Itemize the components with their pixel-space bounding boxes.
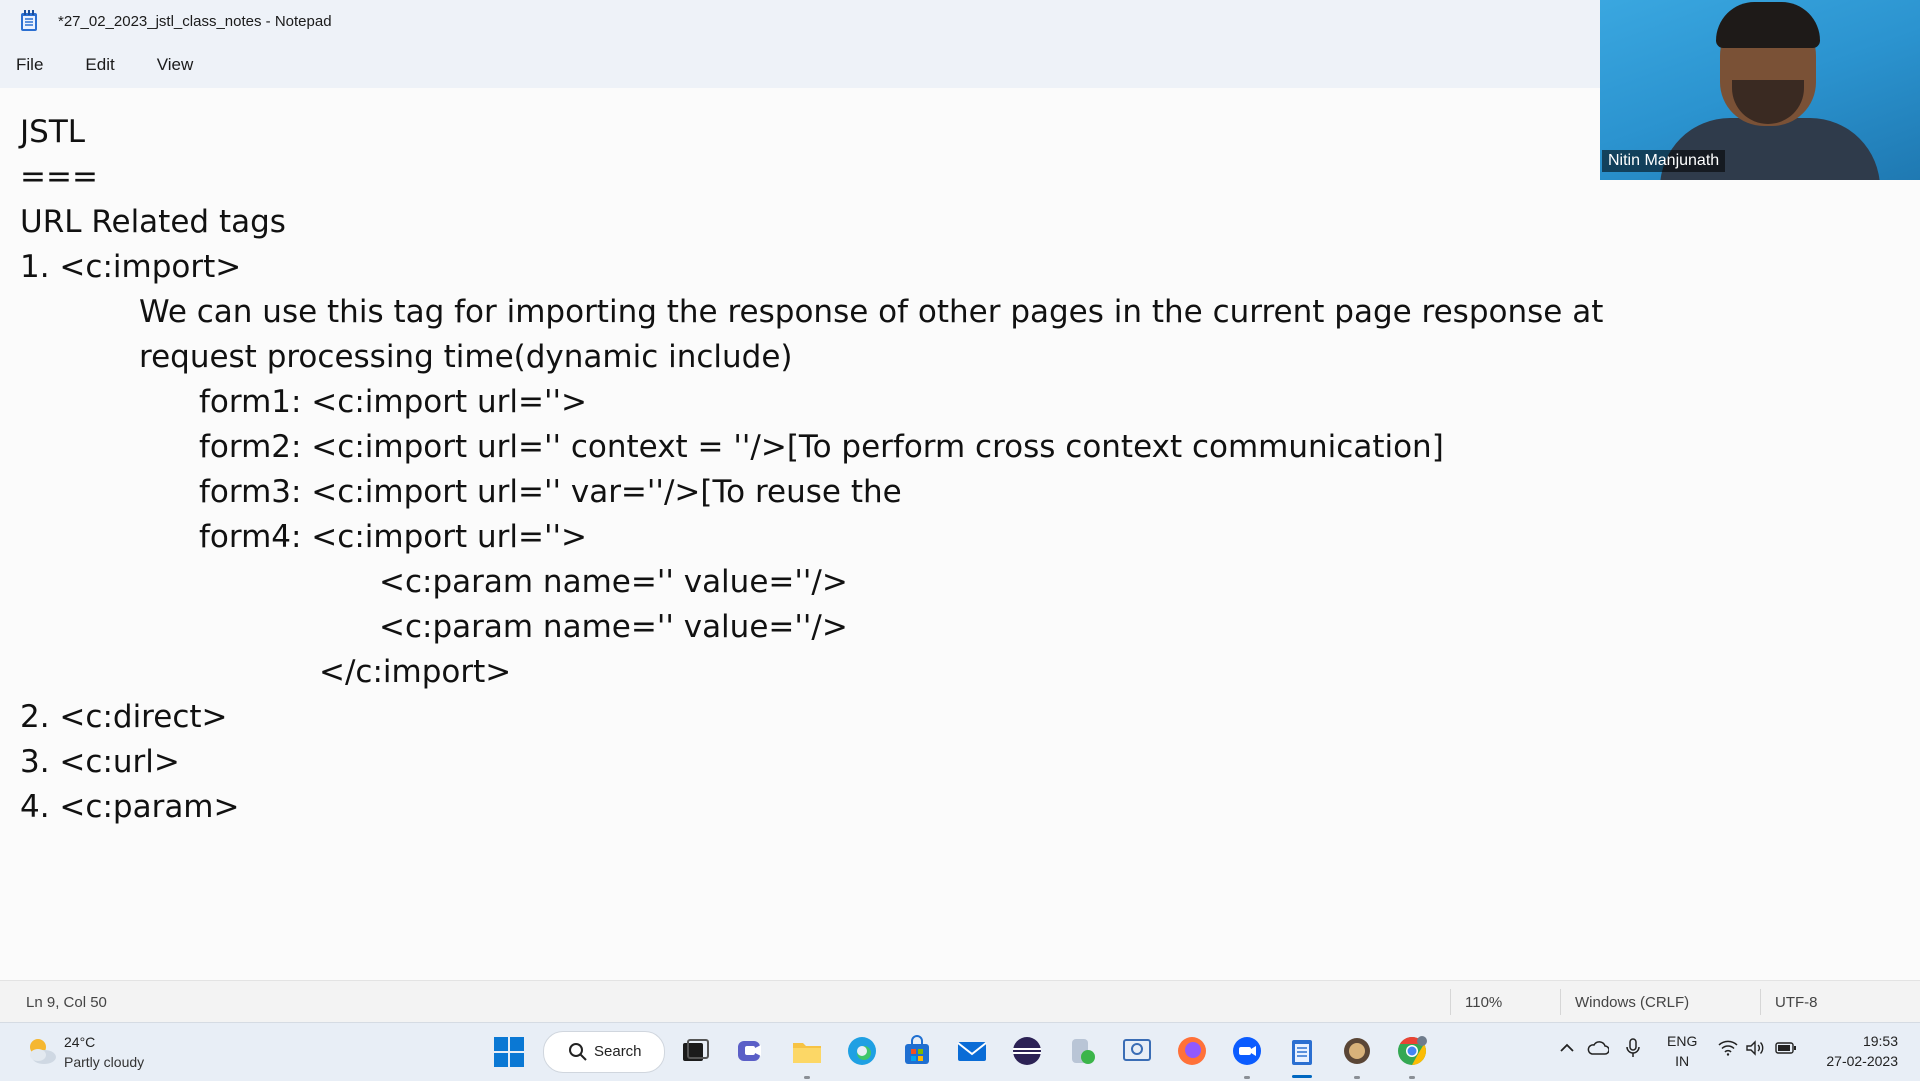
editor-line: <c:param name='' value=''/>	[379, 564, 848, 600]
editor-line: form1: <c:import url=''>	[199, 384, 587, 420]
chevron-up-icon[interactable]	[1559, 1040, 1575, 1059]
clipchamp-icon[interactable]	[1066, 1035, 1098, 1067]
search-label: Search	[594, 1043, 642, 1060]
wifi-icon[interactable]	[1718, 1040, 1738, 1059]
menu-edit[interactable]: Edit	[77, 51, 122, 79]
battery-icon[interactable]	[1775, 1041, 1797, 1058]
editor-line: ===	[20, 159, 98, 195]
encoding[interactable]: UTF-8	[1775, 994, 1818, 1011]
menu-view[interactable]: View	[149, 51, 202, 79]
zoom-level[interactable]: 110%	[1465, 994, 1502, 1011]
editor-line: 2. <c:direct>	[20, 699, 228, 735]
editor-line: form2: <c:import url='' context = ''/>[T…	[199, 429, 1444, 465]
eclipse-icon[interactable]	[1011, 1035, 1043, 1067]
running-indicator	[1244, 1076, 1250, 1079]
editor-line: 3. <c:url>	[20, 744, 180, 780]
weather-condition: Partly cloudy	[64, 1054, 145, 1070]
text-editor[interactable]: JSTL === URL Related tags 1. <c:import> We c…	[0, 88, 1920, 980]
region-code: IN	[1675, 1053, 1690, 1069]
start-icon[interactable]	[493, 1036, 525, 1068]
language-code: ENG	[1667, 1033, 1698, 1049]
cursor-position: Ln 9, Col 50	[26, 994, 107, 1011]
tomcat-icon[interactable]	[1341, 1035, 1373, 1067]
clock-time: 19:53	[1862, 1033, 1898, 1049]
editor-line: 1. <c:import>	[20, 249, 242, 285]
editor-line: <c:param name='' value=''/>	[379, 609, 848, 645]
volume-icon[interactable]	[1746, 1040, 1766, 1059]
language-indicator[interactable]: ENG IN	[1667, 1031, 1697, 1071]
editor-line: JSTL	[20, 114, 86, 150]
microphone-icon[interactable]	[1626, 1038, 1640, 1061]
title-bar: *27_02_2023_jstl_class_notes - Notepad	[0, 0, 1600, 42]
editor-line: form3: <c:import url='' var=''/>[To reus…	[199, 474, 902, 510]
editor-line: request processing time(dynamic include)	[139, 339, 793, 375]
line-ending[interactable]: Windows (CRLF)	[1575, 994, 1689, 1011]
chrome-icon[interactable]	[1396, 1035, 1428, 1067]
teams-chat-icon[interactable]	[735, 1035, 767, 1067]
participant-name: Nitin Manjunath	[1602, 150, 1726, 172]
editor-line: </c:import>	[319, 654, 512, 690]
onedrive-cloud-icon[interactable]	[1587, 1040, 1610, 1059]
running-indicator	[804, 1076, 810, 1079]
taskbar: 24°C Partly cloudy Search ENG IN 19:53 2…	[0, 1022, 1920, 1081]
weather-widget[interactable]: 24°C Partly cloudy	[24, 1031, 224, 1075]
menu-file[interactable]: File	[8, 51, 51, 79]
weather-temperature: 24°C	[64, 1034, 96, 1050]
status-bar: Ln 9, Col 50 110% Windows (CRLF) UTF-8	[0, 980, 1920, 1023]
snipping-tool-icon[interactable]	[1121, 1035, 1153, 1067]
status-divider	[1450, 989, 1451, 1015]
menu-bar: File Edit View	[0, 42, 1600, 88]
status-divider	[1760, 989, 1761, 1015]
zoom-icon[interactable]	[1231, 1035, 1263, 1067]
editor-line: form4: <c:import url=''>	[199, 519, 587, 555]
editor-line: 4. <c:param>	[20, 789, 240, 825]
editor-line: We can use this tag for importing the re…	[139, 294, 1604, 330]
store-icon[interactable]	[901, 1035, 933, 1067]
firefox-icon[interactable]	[1176, 1035, 1208, 1067]
clock-date: 27-02-2023	[1826, 1053, 1898, 1069]
partly-cloudy-icon	[24, 1035, 58, 1067]
clock[interactable]: 19:53 27-02-2023	[1826, 1031, 1898, 1071]
status-divider	[1560, 989, 1561, 1015]
window-title: *27_02_2023_jstl_class_notes - Notepad	[58, 12, 332, 30]
task-view-icon[interactable]	[679, 1035, 711, 1067]
editor-line: URL Related tags	[20, 204, 286, 240]
running-indicator	[1354, 1076, 1360, 1079]
active-app-indicator	[1292, 1075, 1312, 1078]
file-explorer-icon[interactable]	[791, 1035, 823, 1067]
running-indicator	[1409, 1076, 1415, 1079]
person-hair	[1716, 2, 1820, 48]
video-tile: Nitin Manjunath	[1600, 0, 1920, 180]
search-icon	[568, 1042, 588, 1067]
edge-icon[interactable]	[846, 1035, 878, 1067]
notepad-icon	[20, 10, 38, 32]
search-box[interactable]: Search	[543, 1031, 665, 1073]
mail-icon[interactable]	[956, 1035, 988, 1067]
notepad-taskbar-icon[interactable]	[1286, 1035, 1318, 1067]
